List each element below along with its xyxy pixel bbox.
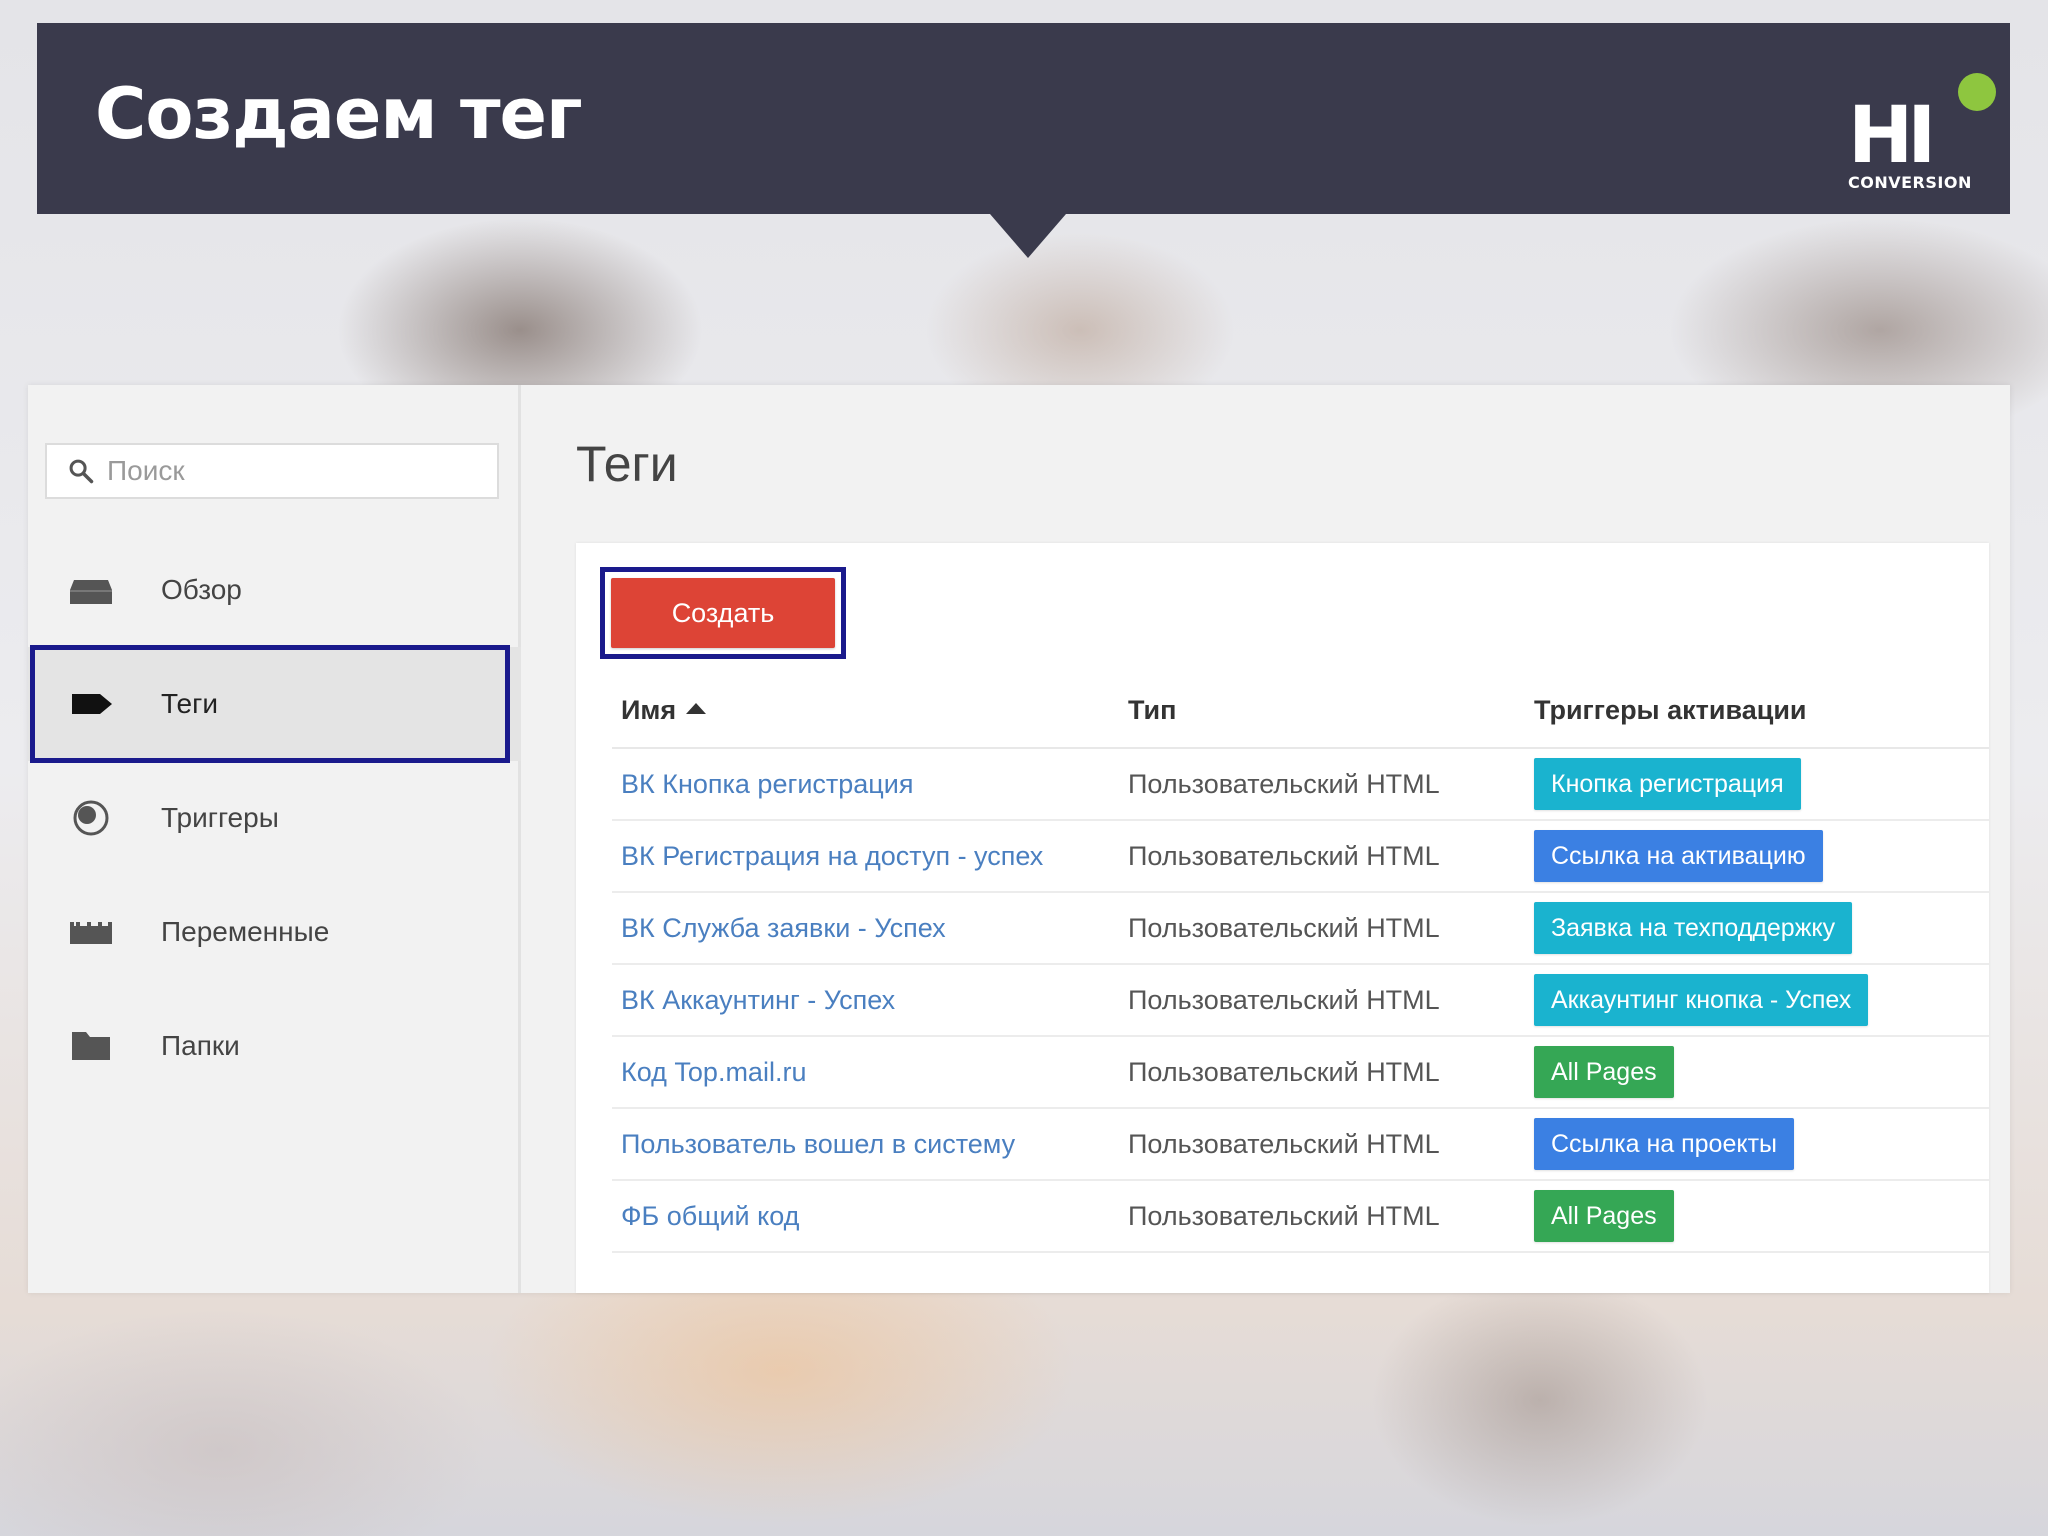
variables-icon	[70, 922, 112, 944]
tag-name-link[interactable]: ВК Регистрация на доступ - успех	[621, 841, 1043, 872]
folder-icon	[72, 1032, 110, 1060]
table-row: ВК Кнопка регистрация Пользовательский H…	[612, 749, 1989, 821]
sidebar-item-label: Триггеры	[161, 802, 279, 833]
tag-type: Пользовательский HTML	[1128, 841, 1440, 871]
sidebar-item-label: Переменные	[161, 916, 330, 947]
tag-name-link[interactable]: ФБ общий код	[621, 1201, 799, 1232]
column-header-type[interactable]: Тип	[1128, 695, 1176, 726]
trigger-chip[interactable]: Ссылка на активацию	[1534, 830, 1823, 882]
slide-title: Создаем тег	[95, 73, 583, 155]
search-input[interactable]	[107, 455, 467, 487]
logo-hi-text: HI	[1848, 91, 1936, 181]
search-box[interactable]	[45, 443, 499, 499]
main-content: Теги Создать Имя Тип Триггеры активации …	[524, 385, 2010, 1293]
sidebar-item-label: Теги	[161, 688, 218, 719]
sidebar-item-folders[interactable]: Папки	[28, 989, 521, 1103]
column-header-label: Имя	[621, 695, 677, 725]
create-tag-button[interactable]: Создать	[611, 578, 835, 648]
column-header-name[interactable]: Имя	[621, 695, 707, 726]
tag-type: Пользовательский HTML	[1128, 913, 1440, 943]
tag-icon	[72, 694, 112, 714]
logo-subtitle: CONVERSION	[1848, 173, 1972, 192]
sidebar-item-label: Папки	[161, 1030, 240, 1061]
trigger-chip[interactable]: Ссылка на проекты	[1534, 1118, 1794, 1170]
tag-name-link[interactable]: Код Top.mail.ru	[621, 1057, 806, 1088]
sidebar-item-triggers[interactable]: Триггеры	[28, 761, 521, 875]
tags-table: Имя Тип Триггеры активации ВК Кнопка рег…	[612, 673, 1989, 1253]
tags-card: Создать Имя Тип Триггеры активации ВК Кн…	[576, 543, 1989, 1293]
tag-name-link[interactable]: ВК Служба заявки - Успех	[621, 913, 946, 944]
page-title: Теги	[576, 436, 678, 492]
table-row: ВК Регистрация на доступ - успех Пользов…	[612, 821, 1989, 893]
tag-type: Пользовательский HTML	[1128, 985, 1440, 1015]
tag-name-link[interactable]: ВК Кнопка регистрация	[621, 769, 913, 800]
trigger-chip[interactable]: Аккаунтинг кнопка - Успех	[1534, 974, 1869, 1026]
column-header-triggers[interactable]: Триггеры активации	[1534, 695, 1807, 726]
create-highlight-frame: Создать	[600, 567, 846, 659]
overview-icon	[70, 580, 112, 604]
tag-type: Пользовательский HTML	[1128, 1201, 1440, 1231]
trigger-icon	[73, 800, 109, 836]
table-row: ФБ общий код Пользовательский HTML All P…	[612, 1181, 1989, 1253]
hi-conversion-logo: HI CONVERSION	[1840, 45, 1996, 195]
table-row: ВК Служба заявки - Успех Пользовательски…	[612, 893, 1989, 965]
sort-ascending-icon	[686, 703, 707, 715]
table-row: Код Top.mail.ru Пользовательский HTML Al…	[612, 1037, 1989, 1109]
trigger-chip[interactable]: All Pages	[1534, 1190, 1674, 1242]
tag-name-link[interactable]: ВК Аккаунтинг - Успех	[621, 985, 895, 1016]
tag-name-link[interactable]: Пользователь вошел в систему	[621, 1129, 1015, 1160]
table-row: Пользователь вошел в систему Пользовател…	[612, 1109, 1989, 1181]
sidebar: Обзор Теги Триггеры Переменные	[28, 385, 521, 1293]
tag-type: Пользовательский HTML	[1128, 1057, 1440, 1087]
banner-pointer	[990, 214, 1066, 258]
trigger-chip[interactable]: All Pages	[1534, 1046, 1674, 1098]
sidebar-item-overview[interactable]: Обзор	[28, 533, 521, 647]
search-icon	[69, 459, 94, 484]
tag-type: Пользовательский HTML	[1128, 769, 1440, 799]
table-row: ВК Аккаунтинг - Успех Пользовательский H…	[612, 965, 1989, 1037]
sidebar-item-label: Обзор	[161, 574, 242, 605]
slide-header: Создаем тег HI CONVERSION	[37, 23, 2010, 214]
trigger-chip[interactable]: Кнопка регистрация	[1534, 758, 1801, 810]
tag-type: Пользовательский HTML	[1128, 1129, 1440, 1159]
trigger-chip[interactable]: Заявка на техподдержку	[1534, 902, 1853, 954]
table-header: Имя Тип Триггеры активации	[612, 673, 1989, 749]
sidebar-item-tags[interactable]: Теги	[28, 647, 521, 761]
tag-manager-screenshot: Обзор Теги Триггеры Переменные	[28, 385, 2010, 1293]
logo-dot	[1958, 73, 1996, 111]
sidebar-item-variables[interactable]: Переменные	[28, 875, 521, 989]
